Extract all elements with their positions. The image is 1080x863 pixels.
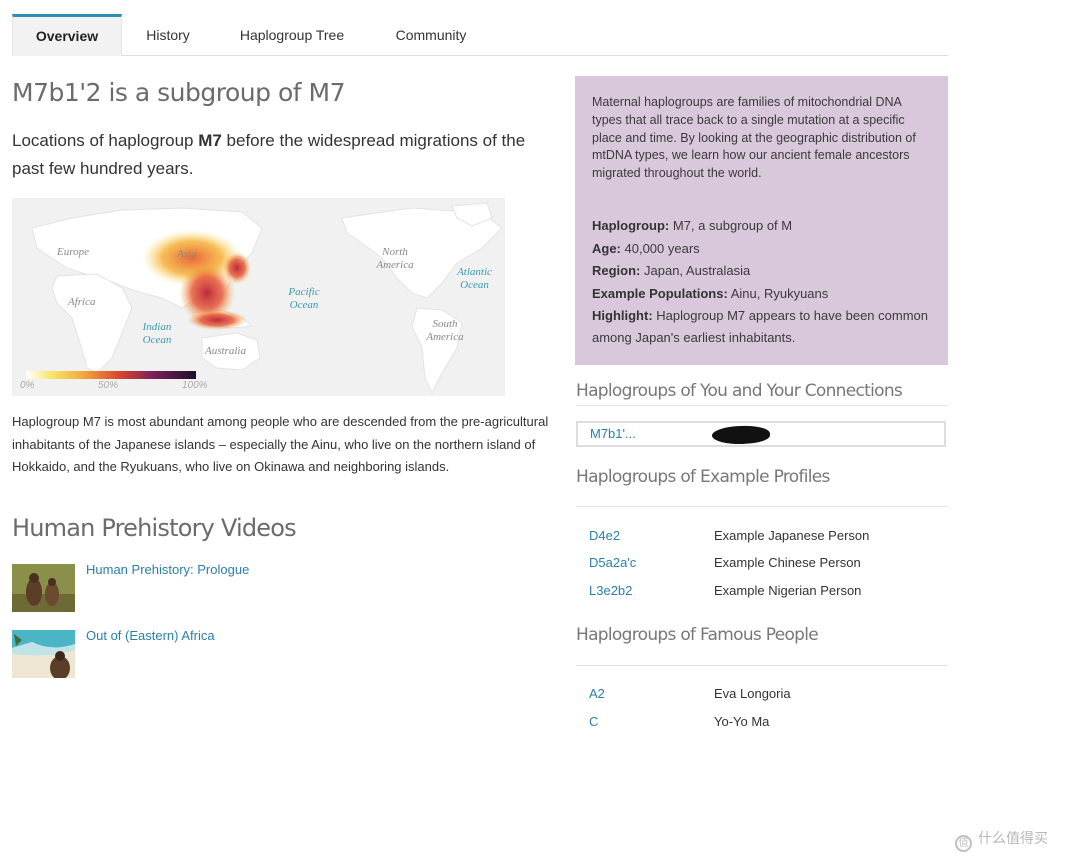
video-thumbnail[interactable]: [12, 630, 75, 678]
map-label-indian-ocean: Indian Ocean: [142, 321, 172, 346]
info-intro-text: Maternal haplogroups are families of mit…: [592, 95, 916, 181]
scale-label-max: 100%: [182, 380, 208, 391]
haplogroup-info-box: Maternal haplogroups are families of mit…: [575, 76, 948, 365]
tab-history[interactable]: History: [127, 14, 209, 55]
map-label-pacific-ocean: Pacific Ocean: [288, 286, 320, 311]
famous-person-name: Eva Longoria: [714, 686, 791, 701]
frequency-scale-bar: [26, 371, 196, 379]
example-profiles-heading: Haplogroups of Example Profiles: [576, 467, 830, 487]
tab-bar: Overview History Haplogroup Tree Communi…: [12, 14, 948, 56]
map-label-asia: Asia: [177, 248, 197, 260]
divider: [576, 506, 948, 507]
profile-name: Example Japanese Person: [714, 528, 870, 543]
haplogroup-link[interactable]: A2: [589, 686, 605, 701]
site-watermark: 值什么值得买: [955, 828, 1048, 852]
connections-list: M7b1'...: [576, 421, 946, 447]
info-age: Age: 40,000 years: [592, 241, 700, 256]
table-row: C Yo-Yo Ma: [576, 714, 948, 736]
watermark-logo-icon: 值: [955, 835, 972, 852]
tab-haplogroup-tree[interactable]: Haplogroup Tree: [222, 14, 362, 55]
scale-label-mid: 50%: [98, 380, 119, 391]
haplogroup-distribution-map: Europe Asia Africa North America Atlanti…: [12, 198, 505, 396]
map-lead-text: Locations of haplogroup M7 before the wi…: [12, 131, 526, 178]
page-title: M7b1'2 is a subgroup of M7: [12, 78, 345, 107]
info-region: Region: Japan, Australasia: [592, 263, 751, 278]
map-label-south-america: South America: [426, 318, 464, 343]
videos-heading: Human Prehistory Videos: [12, 514, 297, 542]
connections-heading: Haplogroups of You and Your Connections: [576, 381, 903, 401]
map-label-australia: Australia: [205, 345, 246, 357]
famous-people-heading: Haplogroups of Famous People: [576, 625, 819, 645]
info-example-populations: Example Populations: Ainu, Ryukyuans: [592, 286, 829, 301]
table-row: A2 Eva Longoria: [576, 686, 948, 708]
video-link-human-prehistory-prologue[interactable]: Human Prehistory: Prologue: [86, 562, 249, 577]
map-label-atlantic-ocean: Atlantic Ocean: [457, 266, 492, 291]
map-label-africa: Africa: [68, 296, 96, 308]
video-link-out-of-eastern-africa[interactable]: Out of (Eastern) Africa: [86, 628, 215, 643]
table-row: L3e2b2 Example Nigerian Person: [576, 583, 948, 605]
profile-name: Example Nigerian Person: [714, 583, 862, 598]
map-label-north-america: North America: [376, 246, 414, 271]
table-row: D5a2a'c Example Chinese Person: [576, 555, 948, 577]
video-item: Human Prehistory: Prologue: [12, 562, 552, 614]
tab-community[interactable]: Community: [378, 14, 484, 55]
divider: [576, 405, 948, 406]
connection-haplogroup-link[interactable]: M7b1'...: [590, 426, 636, 441]
haplogroup-link[interactable]: L3e2b2: [589, 583, 632, 598]
tab-overview[interactable]: Overview: [12, 14, 122, 56]
haplogroup-link[interactable]: C: [589, 714, 598, 729]
video-thumbnail[interactable]: [12, 564, 75, 612]
famous-person-name: Yo-Yo Ma: [714, 714, 770, 729]
info-haplogroup: Haplogroup: M7, a subgroup of M: [592, 218, 793, 233]
divider: [576, 665, 948, 666]
haplogroup-description: Haplogroup M7 is most abundant among peo…: [12, 414, 549, 474]
lead-haplogroup: M7: [198, 131, 222, 150]
scale-label-min: 0%: [20, 380, 35, 391]
redacted-name: [711, 424, 771, 446]
haplogroup-link[interactable]: D5a2a'c: [589, 555, 636, 570]
video-item: Out of (Eastern) Africa: [12, 628, 552, 680]
map-label-europe: Europe: [57, 246, 89, 258]
haplogroup-link[interactable]: D4e2: [589, 528, 620, 543]
info-highlight: Highlight: Haplogroup M7 appears to have…: [592, 308, 928, 346]
profile-name: Example Chinese Person: [714, 555, 861, 570]
table-row: D4e2 Example Japanese Person: [576, 528, 948, 550]
